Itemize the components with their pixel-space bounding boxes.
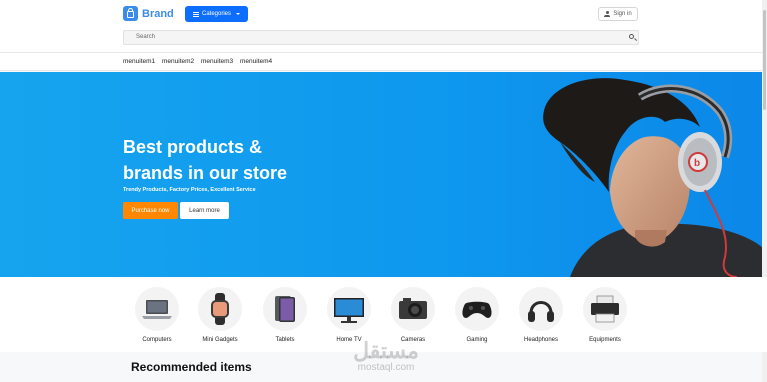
hero-title: Best products & brands in our store [123, 134, 323, 186]
category-label: Headphones [523, 337, 559, 343]
laptop-icon [135, 287, 179, 331]
recommended-items-heading: Recommended items [131, 360, 252, 374]
gamepad-icon [455, 287, 499, 331]
hero-title-line-1: Best products & [123, 137, 263, 157]
purchase-now-button[interactable]: Purchase now [123, 202, 178, 219]
shopping-bag-icon [123, 6, 138, 21]
tablet-icon [263, 287, 307, 331]
menu-item-3[interactable]: menuitem3 [201, 58, 233, 65]
camera-icon [391, 287, 435, 331]
category-equipments[interactable]: Equipments [580, 287, 630, 343]
watermark-latin: mostaql.com [357, 362, 415, 373]
category-label: Equipments [589, 337, 621, 343]
caret-down-icon [236, 13, 240, 15]
search-input[interactable]: Search [123, 30, 627, 45]
category-cameras[interactable]: Cameras [388, 287, 438, 343]
category-label: Computers [142, 337, 172, 343]
printer-icon [583, 287, 627, 331]
category-headphones[interactable]: Headphones [516, 287, 566, 343]
headphones-icon [519, 287, 563, 331]
categories-label: Categories [201, 11, 231, 17]
category-home-tv[interactable]: Home TV [324, 287, 374, 343]
hero-title-line-2: brands in our store [123, 163, 288, 183]
smartwatch-icon [198, 287, 242, 331]
hero-subtitle: Trendy Products, Factory Prices, Excelle… [123, 187, 256, 193]
menu-bar: menuitem1 menuitem2 menuitem3 menuitem4 [0, 53, 767, 71]
category-gaming[interactable]: Gaming [452, 287, 502, 343]
menu-bars-icon [192, 11, 199, 17]
hero-banner: Best products & brands in our store Tren… [0, 72, 767, 277]
sign-in-label: Sign in [613, 11, 632, 17]
category-tablets[interactable]: Tablets [260, 287, 310, 343]
category-label: Gaming [466, 337, 488, 343]
brand-name: Brand [142, 7, 174, 20]
search-button[interactable] [626, 30, 639, 45]
svg-text:b: b [694, 158, 700, 169]
menu-item-4[interactable]: menuitem4 [240, 58, 272, 65]
brand-logo-link[interactable]: Brand [123, 6, 174, 21]
category-label: Tablets [275, 337, 295, 343]
sign-in-button[interactable]: Sign in [598, 7, 638, 21]
category-label: Mini Gadgets [202, 337, 238, 343]
scrollbar-thumb[interactable] [763, 10, 766, 110]
categories-dropdown-button[interactable]: Categories [185, 6, 248, 22]
user-icon [604, 11, 611, 17]
hero-headphones-photo: b [543, 78, 767, 277]
mostaql-watermark: مستقل mostaql.com [336, 340, 436, 380]
watermark-arabic: مستقل [353, 338, 419, 363]
top-header: Brand Categories Sign in Search [0, 0, 767, 53]
menu-item-2[interactable]: menuitem2 [162, 58, 194, 65]
tv-icon [327, 287, 371, 331]
learn-more-button[interactable]: Learn more [180, 202, 229, 219]
category-computers[interactable]: Computers [132, 287, 182, 343]
category-mini-gadgets[interactable]: Mini Gadgets [195, 287, 245, 343]
menu-item-1[interactable]: menuitem1 [123, 58, 155, 65]
